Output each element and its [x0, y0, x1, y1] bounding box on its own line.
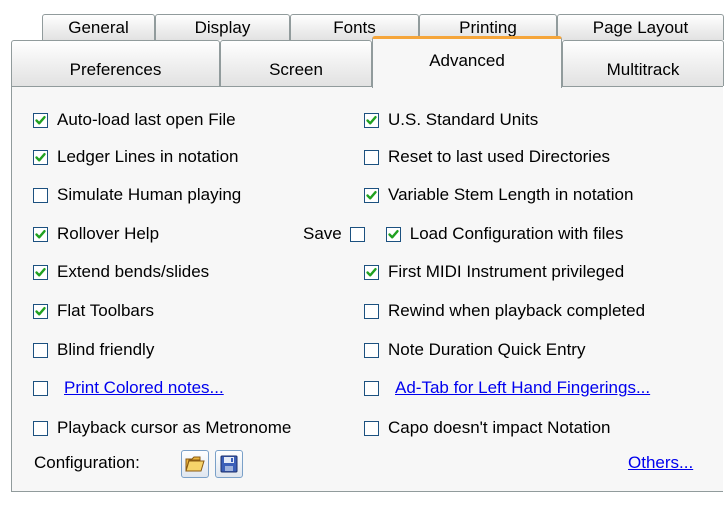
option-variable-stem[interactable]: Variable Stem Length in notation: [364, 183, 633, 207]
option-label: Ledger Lines in notation: [57, 147, 239, 166]
option-label: U.S. Standard Units: [388, 110, 539, 129]
others-row: Others...: [628, 451, 693, 475]
option-label: Blind friendly: [57, 340, 155, 359]
checkbox[interactable]: [33, 342, 48, 358]
print-colored-notes-link[interactable]: Print Colored notes...: [64, 378, 224, 398]
open-folder-icon: [185, 456, 205, 472]
option-label: Reset to last used Directories: [388, 147, 611, 166]
checkbox[interactable]: [33, 112, 48, 128]
floppy-disk-icon: [220, 455, 238, 473]
checkmark-icon: [366, 267, 377, 276]
option-auto-load[interactable]: Auto-load last open File: [33, 108, 236, 132]
checkbox[interactable]: [364, 342, 379, 358]
checkbox[interactable]: [364, 264, 379, 280]
configuration-row: Configuration:: [34, 448, 140, 478]
option-playback-metronome[interactable]: Playback cursor as Metronome: [33, 416, 291, 440]
option-extend-bends[interactable]: Extend bends/slides: [33, 260, 209, 284]
save-configuration-button[interactable]: [215, 450, 243, 478]
checkmark-icon: [35, 152, 46, 161]
option-label: Auto-load last open File: [57, 110, 236, 129]
option-capo[interactable]: Capo doesn't impact Notation: [364, 416, 611, 440]
checkbox[interactable]: [33, 303, 48, 319]
checkbox[interactable]: [364, 187, 379, 203]
tab-label: General: [68, 17, 129, 37]
tab-screen[interactable]: Screen: [220, 40, 372, 86]
checkbox[interactable]: [33, 187, 48, 203]
tab-multitrack[interactable]: Multitrack: [562, 40, 724, 86]
option-ad-tab[interactable]: Ad-Tab for Left Hand Fingerings...: [364, 376, 650, 400]
checkbox[interactable]: [364, 303, 379, 319]
option-label: Rewind when playback completed: [388, 301, 646, 320]
checkbox[interactable]: [385, 226, 401, 242]
tab-label: Page Layout: [592, 17, 689, 37]
option-label: First MIDI Instrument privileged: [388, 262, 625, 281]
checkmark-icon: [366, 115, 377, 124]
tab-label: Display: [194, 17, 251, 37]
tab-label: Multitrack: [606, 59, 680, 79]
checkmark-icon: [366, 190, 377, 199]
ad-tab-link[interactable]: Ad-Tab for Left Hand Fingerings...: [395, 378, 650, 398]
tab-preferences[interactable]: Preferences: [11, 40, 220, 86]
option-label: Rollover Help: [57, 224, 160, 243]
tab-display[interactable]: Display: [155, 14, 290, 40]
tab-advanced[interactable]: Advanced: [372, 36, 562, 88]
open-configuration-button[interactable]: [181, 450, 209, 478]
checkbox[interactable]: [33, 264, 48, 280]
option-rollover-help[interactable]: Rollover Help: [33, 222, 159, 246]
checkbox[interactable]: [33, 380, 48, 396]
option-simulate-human[interactable]: Simulate Human playing: [33, 183, 241, 207]
checkbox[interactable]: [33, 226, 48, 242]
others-link[interactable]: Others...: [628, 453, 693, 473]
tab-label: Printing: [459, 17, 517, 37]
checkbox[interactable]: [33, 149, 48, 165]
tab-page-layout[interactable]: Page Layout: [557, 14, 724, 40]
option-flat-toolbars[interactable]: Flat Toolbars: [33, 299, 154, 323]
option-label: Simulate Human playing: [57, 185, 242, 204]
option-label: Variable Stem Length in notation: [388, 185, 634, 204]
option-print-colored-notes[interactable]: Print Colored notes...: [33, 376, 224, 400]
checkbox[interactable]: [364, 380, 379, 396]
option-label: Extend bends/slides: [57, 262, 210, 281]
option-label: Playback cursor as Metronome: [57, 418, 292, 437]
checkbox[interactable]: [364, 112, 379, 128]
checkbox[interactable]: [364, 149, 379, 165]
checkbox[interactable]: [364, 420, 379, 436]
option-ledger-lines[interactable]: Ledger Lines in notation: [33, 145, 238, 169]
checkbox[interactable]: [33, 420, 48, 436]
option-rewind-playback[interactable]: Rewind when playback completed: [364, 299, 645, 323]
option-us-units[interactable]: U.S. Standard Units: [364, 108, 538, 132]
save-checkbox[interactable]: [349, 226, 365, 242]
tab-label: Preferences: [69, 59, 162, 79]
option-label: Note Duration Quick Entry: [388, 340, 586, 359]
checkmark-icon: [35, 306, 46, 315]
option-label: Load Configuration with files: [409, 224, 624, 243]
checkmark-icon: [35, 267, 46, 276]
checkmark-icon: [388, 229, 399, 238]
option-note-duration[interactable]: Note Duration Quick Entry: [364, 338, 585, 362]
option-load-configuration[interactable]: Save Load Configuration with files: [303, 222, 623, 246]
option-label: Capo doesn't impact Notation: [388, 418, 611, 437]
option-first-midi[interactable]: First MIDI Instrument privileged: [364, 260, 624, 284]
checkmark-icon: [35, 229, 46, 238]
tab-label: Fonts: [333, 17, 376, 37]
tab-label: Screen: [269, 59, 323, 79]
tab-general[interactable]: General: [42, 14, 155, 40]
tab-label: Advanced: [429, 50, 505, 70]
option-reset-directories[interactable]: Reset to last used Directories: [364, 145, 610, 169]
option-label: Flat Toolbars: [57, 301, 155, 320]
save-label: Save: [303, 224, 342, 243]
configuration-label: Configuration:: [34, 453, 140, 472]
checkmark-icon: [35, 115, 46, 124]
option-blind-friendly[interactable]: Blind friendly: [33, 338, 154, 362]
